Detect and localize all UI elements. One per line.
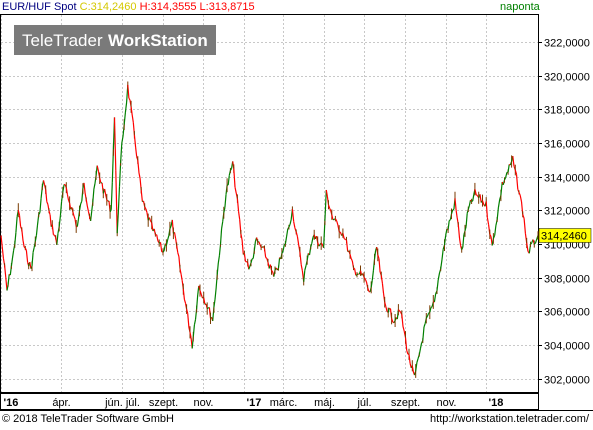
x-tick-label: nov. (194, 397, 214, 409)
y-axis: 302,0000304,0000306,0000308,0000310,0000… (538, 38, 590, 387)
price-segment (389, 307, 391, 310)
watermark-logo: TeleTrader WorkStation (14, 25, 216, 55)
price-segment (430, 306, 433, 308)
watermark-product: WorkStation (108, 31, 208, 50)
y-tick-label: 302,0000 (544, 375, 590, 387)
y-tick-label: 320,0000 (544, 72, 590, 84)
y-tick-label: 306,0000 (544, 307, 590, 319)
chart-window: EUR/HUF Spot C:314,2460 H:314,3555 L:313… (0, 0, 593, 430)
y-tick-label: 312,0000 (544, 206, 590, 218)
price-segment (448, 219, 451, 222)
x-tick-label: nov. (437, 397, 457, 409)
x-tick-label: szept. (391, 397, 420, 409)
price-tag-text: 314,2460 (541, 231, 587, 243)
x-tick-label: szept. (149, 397, 178, 409)
price-segment (356, 273, 359, 276)
x-tick-label: júl. (356, 397, 371, 409)
x-tick-label: ápr. (52, 397, 70, 409)
y-tick-label: 322,0000 (544, 38, 590, 50)
y-tick-label: 318,0000 (544, 105, 590, 117)
copyright-text: © 2018 TeleTrader Software GmbH (2, 413, 174, 425)
price-segment (53, 234, 55, 236)
x-tick-label: jún. júl. (104, 397, 140, 409)
footer-url-link[interactable]: http://workstation.teletrader.com/ (430, 413, 589, 425)
price-segment (452, 208, 455, 211)
price-segment (533, 242, 536, 245)
y-tick-label: 304,0000 (544, 341, 590, 353)
price-chart: 302,0000304,0000306,0000308,0000310,0000… (0, 14, 593, 411)
y-tick-label: 314,0000 (544, 173, 590, 185)
price-segment (162, 250, 165, 253)
x-tick-label: '18 (489, 397, 504, 409)
price-segment (397, 309, 400, 312)
current-price-tag: 314,2460 (538, 228, 592, 243)
watermark-brand: TeleTrader (22, 31, 103, 50)
price-segment (206, 307, 209, 310)
price-segment (353, 267, 355, 270)
x-tick-label: '16 (4, 397, 19, 409)
price-segment (265, 257, 268, 259)
y-tick-label: 308,0000 (544, 274, 590, 286)
price-segment (475, 194, 478, 196)
price-segment (251, 257, 254, 260)
x-tick-label: '17 (247, 397, 262, 409)
y-tick-label: 316,0000 (544, 139, 590, 151)
x-tick-label: máj. (314, 397, 335, 409)
x-tick-label: márc. (270, 397, 298, 409)
